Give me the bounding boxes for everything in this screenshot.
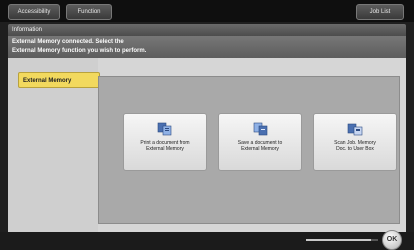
- bottom-bar: [0, 232, 414, 250]
- top-tab-bar: Accessibility Function Job List: [0, 0, 414, 22]
- ok-round-button[interactable]: OK: [382, 230, 402, 250]
- scan-to-user-box-button[interactable]: Scan Job. Memory Doc. to User Box: [313, 113, 397, 171]
- message-line-2: External Memory function you wish to per…: [12, 48, 147, 54]
- content-area: External Memory Print a document from Ex…: [8, 58, 406, 232]
- left-item-external-memory[interactable]: External Memory: [18, 72, 100, 88]
- message-line-1: External Memory connected. Select the: [12, 39, 124, 45]
- print-from-external-memory-button[interactable]: Print a document from External Memory: [123, 113, 207, 171]
- action-label-line-2: External Memory: [241, 146, 279, 152]
- user-box-icon: [346, 122, 364, 136]
- action-label-line-2: Doc. to User Box: [336, 146, 374, 152]
- main-panel: Print a document from External Memory Sa…: [98, 76, 400, 224]
- print-document-icon: [156, 122, 174, 136]
- status-progress-bar: [306, 239, 378, 241]
- save-to-external-memory-button[interactable]: Save a document to External Memory: [218, 113, 302, 171]
- left-panel: External Memory: [8, 58, 100, 232]
- job-list-button[interactable]: Job List: [356, 4, 404, 20]
- tab-function[interactable]: Function: [66, 4, 112, 20]
- status-progress-fill: [306, 239, 371, 241]
- information-header: Information: [8, 24, 406, 36]
- action-label-line-2: External Memory: [146, 146, 184, 152]
- left-item-label: External Memory: [23, 78, 72, 84]
- save-document-icon: [251, 122, 269, 136]
- instruction-message: External Memory connected. Select the Ex…: [8, 36, 406, 58]
- tab-accessibility[interactable]: Accessibility: [8, 4, 60, 20]
